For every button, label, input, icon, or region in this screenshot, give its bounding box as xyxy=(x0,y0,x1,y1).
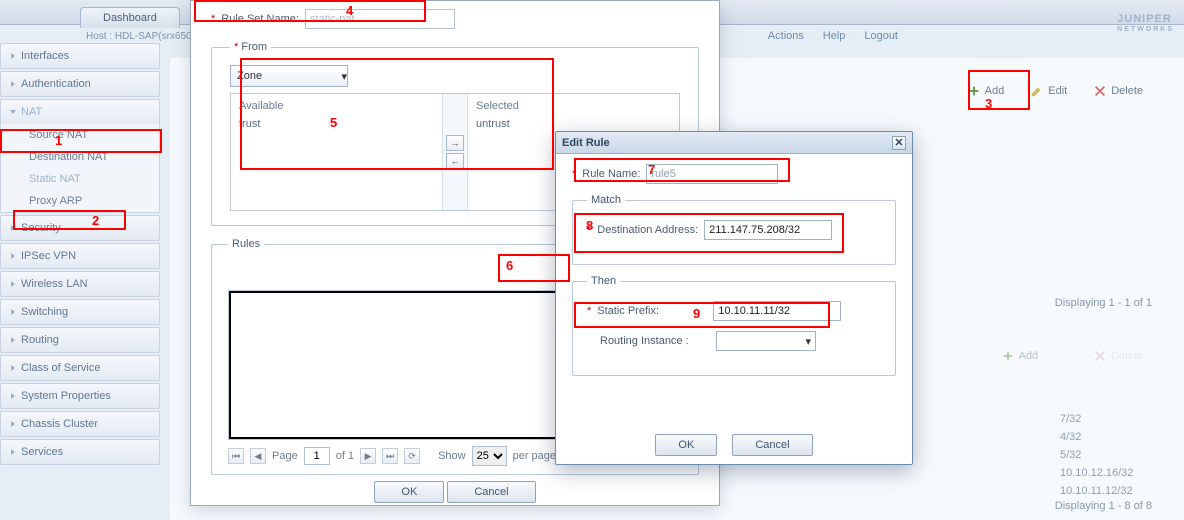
dest-addr-label: Destination Address: xyxy=(597,224,698,236)
rule-name-input[interactable] xyxy=(646,164,778,184)
show-label: Show xyxy=(438,450,466,462)
chevron-down-icon: ▾ xyxy=(805,335,811,348)
available-header: Available xyxy=(239,100,434,112)
of-label: of 1 xyxy=(336,450,354,462)
sidebar-item-nat[interactable]: NAT xyxy=(1,100,159,124)
close-button[interactable]: ✕ xyxy=(892,136,906,150)
editrule-titlebar[interactable]: Edit Rule ✕ xyxy=(556,132,912,154)
ruleset-name-row: * Rule Set Name: xyxy=(211,9,699,29)
then-fieldset: Then * Static Prefix: Routing Instance :… xyxy=(572,275,896,376)
available-column: Available trust xyxy=(231,94,442,210)
global-toolbar: Add Edit Delete xyxy=(958,80,1152,102)
editrule-cancel-button[interactable]: Cancel xyxy=(732,434,812,456)
add-icon xyxy=(967,84,981,98)
displaying-text-2: Displaying 1 - 8 of 8 xyxy=(1055,500,1152,512)
ruleset-name-input[interactable] xyxy=(305,9,455,29)
delete-button-2[interactable]: Delete xyxy=(1084,345,1152,367)
dest-addr-input[interactable] xyxy=(704,220,832,240)
pager-prev[interactable]: ◀ xyxy=(250,448,266,464)
routing-instance-select[interactable]: ▾ xyxy=(716,331,816,351)
add-icon xyxy=(1001,349,1015,363)
brand-logo: JUNIPER NETWORKS xyxy=(1117,2,1174,33)
bg-value-row: 10.10.12.16/32 xyxy=(1060,464,1133,482)
match-fieldset: Match * Destination Address: xyxy=(572,194,896,265)
header-actions: Actions• Help• Logout xyxy=(762,30,904,42)
bg-value-row: 10.10.11.12/32 xyxy=(1060,482,1133,500)
available-item[interactable]: trust xyxy=(239,118,434,130)
bg-value-row: 7/32 xyxy=(1060,410,1133,428)
zone-select[interactable]: Zone ▾ xyxy=(230,65,348,87)
logout-link[interactable]: Logout xyxy=(864,30,898,42)
sidebar-item-system-properties[interactable]: System Properties xyxy=(0,383,160,409)
ruleset-ok-button[interactable]: OK xyxy=(374,481,444,503)
ruleset-footer: OK Cancel xyxy=(211,481,699,505)
editrule-ok-button[interactable]: OK xyxy=(655,434,717,456)
pager-first[interactable]: ⏮ xyxy=(228,448,244,464)
chevron-down-icon: ▾ xyxy=(341,70,347,83)
displaying-text-1: Displaying 1 - 1 of 1 xyxy=(1055,297,1152,309)
ruleset-name-label: Rule Set Name: xyxy=(221,13,299,25)
move-right-button[interactable]: → xyxy=(446,135,464,151)
dashboard-tab[interactable]: Dashboard xyxy=(80,7,180,28)
routing-instance-label: Routing Instance : xyxy=(600,335,710,347)
sidebar-item-routing[interactable]: Routing xyxy=(0,327,160,353)
editrule-modal: Edit Rule ✕ * Rule Name: Match * Destina… xyxy=(555,131,913,465)
add-button[interactable]: Add xyxy=(958,80,1014,102)
add-button-2[interactable]: Add xyxy=(992,345,1048,367)
pager-last[interactable]: ⏭ xyxy=(382,448,398,464)
move-left-button[interactable]: ← xyxy=(446,153,464,169)
actions-link[interactable]: Actions xyxy=(768,30,804,42)
sidebar-item-wireless-lan[interactable]: Wireless LAN xyxy=(0,271,160,297)
per-page-label: per page xyxy=(513,450,556,462)
selected-header: Selected xyxy=(476,100,671,112)
sidebar-item-class-of-service[interactable]: Class of Service xyxy=(0,355,160,381)
sidebar-item-chassis-cluster[interactable]: Chassis Cluster xyxy=(0,411,160,437)
page-size-select[interactable]: 25 xyxy=(472,446,507,466)
bg-value-row: 4/32 xyxy=(1060,428,1133,446)
sidebar-item-ipsec-vpn[interactable]: IPSec VPN xyxy=(0,243,160,269)
sidebar-item-services[interactable]: Services xyxy=(0,439,160,465)
static-prefix-label: Static Prefix: xyxy=(597,305,707,317)
sidebar-item-security[interactable]: Security xyxy=(0,215,160,241)
delete-icon xyxy=(1093,349,1107,363)
pager-refresh[interactable]: ⟳ xyxy=(404,448,420,464)
rule-name-label: Rule Name: xyxy=(582,168,640,180)
rule-name-row: * Rule Name: xyxy=(572,164,896,184)
ruleset-cancel-button[interactable]: Cancel xyxy=(447,481,535,503)
sidebar-item-authentication[interactable]: Authentication xyxy=(0,71,160,97)
sidebar: Interfaces Authentication NAT Source NAT… xyxy=(0,43,160,467)
sidebar-group-nat: NAT Source NAT Destination NAT Static NA… xyxy=(0,99,160,213)
edit-icon xyxy=(1030,84,1044,98)
delete-button[interactable]: Delete xyxy=(1084,80,1152,102)
sidebar-item-interfaces[interactable]: Interfaces xyxy=(0,43,160,69)
second-toolbar: Add Delete xyxy=(992,345,1152,367)
sidebar-sub-source-nat[interactable]: Source NAT xyxy=(1,124,159,146)
sidebar-item-switching[interactable]: Switching xyxy=(0,299,160,325)
delete-icon xyxy=(1093,84,1107,98)
selected-item[interactable]: untrust xyxy=(476,118,671,130)
editrule-footer: OK Cancel xyxy=(556,434,912,456)
page-input[interactable] xyxy=(304,447,330,465)
bg-value-row: 5/32 xyxy=(1060,446,1133,464)
static-prefix-input[interactable] xyxy=(713,301,841,321)
bg-values: 7/32 4/32 5/32 10.10.12.16/32 10.10.11.1… xyxy=(1060,410,1133,500)
page-label: Page xyxy=(272,450,298,462)
pager-next[interactable]: ▶ xyxy=(360,448,376,464)
sidebar-sub-destination-nat[interactable]: Destination NAT xyxy=(1,146,159,168)
sidebar-sub-proxy-arp[interactable]: Proxy ARP xyxy=(1,190,159,212)
close-icon: ✕ xyxy=(894,136,903,149)
transfer-buttons: → ← xyxy=(442,94,468,210)
edit-button[interactable]: Edit xyxy=(1021,80,1076,102)
editrule-title: Edit Rule xyxy=(562,137,610,149)
help-link[interactable]: Help xyxy=(823,30,846,42)
sidebar-sub-static-nat[interactable]: Static NAT xyxy=(1,168,159,190)
edit-button-2[interactable] xyxy=(1055,346,1076,366)
